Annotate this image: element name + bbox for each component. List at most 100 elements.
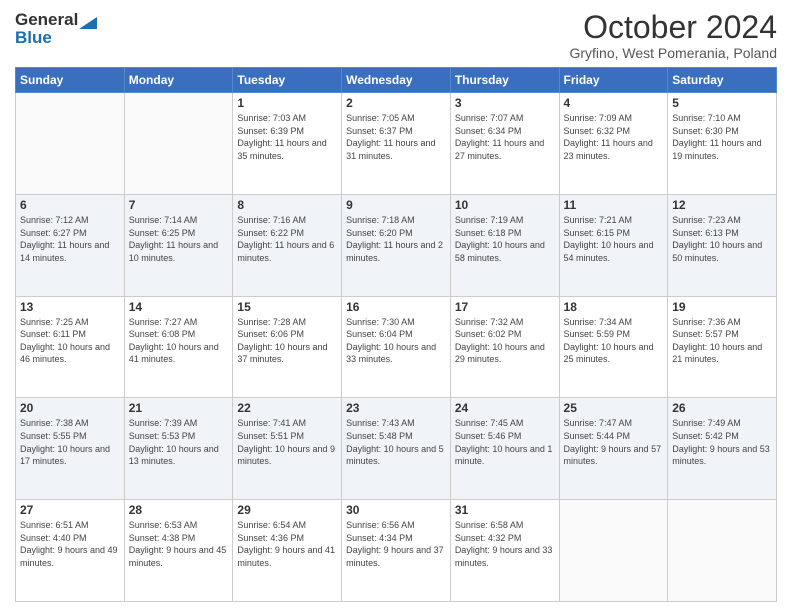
day-cell: 5 Sunrise: 7:10 AM Sunset: 6:30 PM Daylig… [668, 93, 777, 195]
day-info: Sunrise: 7:10 AM Sunset: 6:30 PM Dayligh… [672, 112, 772, 162]
day-cell: 12Sunrise: 7:23 AM Sunset: 6:13 PM Dayli… [668, 194, 777, 296]
day-number: 24 [455, 401, 555, 415]
day-info: Sunrise: 7:45 AM Sunset: 5:46 PM Dayligh… [455, 417, 555, 467]
day-number: 23 [346, 401, 446, 415]
day-number: 4 [564, 96, 664, 110]
day-info: Sunrise: 7:07 AM Sunset: 6:34 PM Dayligh… [455, 112, 555, 162]
day-info: Sunrise: 6:54 AM Sunset: 4:36 PM Dayligh… [237, 519, 337, 569]
day-cell: 6Sunrise: 7:12 AM Sunset: 6:27 PM Daylig… [16, 194, 125, 296]
day-cell: 22 Sunrise: 7:41 AM Sunset: 5:51 PM Dayli… [233, 398, 342, 500]
day-cell: 19 Sunrise: 7:36 AM Sunset: 5:57 PM Dayli… [668, 296, 777, 398]
day-cell: 27Sunrise: 6:51 AM Sunset: 4:40 PM Dayli… [16, 500, 125, 602]
day-cell: 8Sunrise: 7:16 AM Sunset: 6:22 PM Daylig… [233, 194, 342, 296]
day-number: 28 [129, 503, 229, 517]
day-number: 18 [564, 300, 664, 314]
day-number: 29 [237, 503, 337, 517]
day-cell [124, 93, 233, 195]
day-info: Sunrise: 7:18 AM Sunset: 6:20 PM Dayligh… [346, 214, 446, 264]
day-info: Sunrise: 7:21 AM Sunset: 6:15 PM Dayligh… [564, 214, 664, 264]
month-title: October 2024 [569, 10, 777, 45]
day-number: 9 [346, 198, 446, 212]
header-tuesday: Tuesday [233, 68, 342, 93]
day-cell [559, 500, 668, 602]
day-info: Sunrise: 7:23 AM Sunset: 6:13 PM Dayligh… [672, 214, 772, 264]
day-number: 17 [455, 300, 555, 314]
day-cell: 24 Sunrise: 7:45 AM Sunset: 5:46 PM Dayli… [450, 398, 559, 500]
title-section: October 2024 Gryfino, West Pomerania, Po… [569, 10, 777, 61]
header-friday: Friday [559, 68, 668, 93]
day-info: Sunrise: 7:41 AM Sunset: 5:51 PM Dayligh… [237, 417, 337, 467]
day-number: 25 [564, 401, 664, 415]
day-number: 14 [129, 300, 229, 314]
day-number: 22 [237, 401, 337, 415]
day-cell: 28 Sunrise: 6:53 AM Sunset: 4:38 PM Dayli… [124, 500, 233, 602]
day-info: Sunrise: 7:36 AM Sunset: 5:57 PM Dayligh… [672, 316, 772, 366]
week-row-0: 1Sunrise: 7:03 AM Sunset: 6:39 PM Daylig… [16, 93, 777, 195]
day-number: 5 [672, 96, 772, 110]
day-cell: 29 Sunrise: 6:54 AM Sunset: 4:36 PM Dayli… [233, 500, 342, 602]
day-cell: 30Sunrise: 6:56 AM Sunset: 4:34 PM Dayli… [342, 500, 451, 602]
day-info: Sunrise: 7:43 AM Sunset: 5:48 PM Dayligh… [346, 417, 446, 467]
day-number: 1 [237, 96, 337, 110]
day-cell: 18 Sunrise: 7:34 AM Sunset: 5:59 PM Dayli… [559, 296, 668, 398]
day-cell: 21 Sunrise: 7:39 AM Sunset: 5:53 PM Dayli… [124, 398, 233, 500]
day-number: 20 [20, 401, 120, 415]
day-info: Sunrise: 7:38 AM Sunset: 5:55 PM Dayligh… [20, 417, 120, 467]
week-row-4: 27Sunrise: 6:51 AM Sunset: 4:40 PM Dayli… [16, 500, 777, 602]
day-number: 8 [237, 198, 337, 212]
day-cell: 4 Sunrise: 7:09 AM Sunset: 6:32 PM Daylig… [559, 93, 668, 195]
day-number: 2 [346, 96, 446, 110]
week-row-1: 6Sunrise: 7:12 AM Sunset: 6:27 PM Daylig… [16, 194, 777, 296]
day-info: Sunrise: 7:32 AM Sunset: 6:02 PM Dayligh… [455, 316, 555, 366]
day-cell: 31 Sunrise: 6:58 AM Sunset: 4:32 PM Dayli… [450, 500, 559, 602]
day-cell: 1Sunrise: 7:03 AM Sunset: 6:39 PM Daylig… [233, 93, 342, 195]
day-info: Sunrise: 6:58 AM Sunset: 4:32 PM Dayligh… [455, 519, 555, 569]
day-info: Sunrise: 7:19 AM Sunset: 6:18 PM Dayligh… [455, 214, 555, 264]
week-row-3: 20 Sunrise: 7:38 AM Sunset: 5:55 PM Dayli… [16, 398, 777, 500]
day-number: 16 [346, 300, 446, 314]
header-thursday: Thursday [450, 68, 559, 93]
day-number: 21 [129, 401, 229, 415]
logo-icon [79, 11, 97, 29]
day-info: Sunrise: 7:27 AM Sunset: 6:08 PM Dayligh… [129, 316, 229, 366]
day-cell: 17 Sunrise: 7:32 AM Sunset: 6:02 PM Dayli… [450, 296, 559, 398]
logo-general: General [15, 10, 78, 30]
day-cell [668, 500, 777, 602]
day-number: 31 [455, 503, 555, 517]
day-info: Sunrise: 7:30 AM Sunset: 6:04 PM Dayligh… [346, 316, 446, 366]
day-number: 15 [237, 300, 337, 314]
day-number: 19 [672, 300, 772, 314]
day-cell: 16 Sunrise: 7:30 AM Sunset: 6:04 PM Dayli… [342, 296, 451, 398]
day-info: Sunrise: 7:34 AM Sunset: 5:59 PM Dayligh… [564, 316, 664, 366]
day-cell: 15 Sunrise: 7:28 AM Sunset: 6:06 PM Dayli… [233, 296, 342, 398]
day-cell: 13 Sunrise: 7:25 AM Sunset: 6:11 PM Dayli… [16, 296, 125, 398]
day-info: Sunrise: 7:28 AM Sunset: 6:06 PM Dayligh… [237, 316, 337, 366]
day-number: 13 [20, 300, 120, 314]
day-info: Sunrise: 7:47 AM Sunset: 5:44 PM Dayligh… [564, 417, 664, 467]
header-saturday: Saturday [668, 68, 777, 93]
day-number: 30 [346, 503, 446, 517]
day-cell: 25 Sunrise: 7:47 AM Sunset: 5:44 PM Dayli… [559, 398, 668, 500]
day-info: Sunrise: 7:39 AM Sunset: 5:53 PM Dayligh… [129, 417, 229, 467]
day-info: Sunrise: 7:14 AM Sunset: 6:25 PM Dayligh… [129, 214, 229, 264]
day-cell: 14 Sunrise: 7:27 AM Sunset: 6:08 PM Dayli… [124, 296, 233, 398]
day-cell: 3 Sunrise: 7:07 AM Sunset: 6:34 PM Daylig… [450, 93, 559, 195]
calendar-table: Sunday Monday Tuesday Wednesday Thursday… [15, 67, 777, 602]
day-cell [16, 93, 125, 195]
day-info: Sunrise: 7:05 AM Sunset: 6:37 PM Dayligh… [346, 112, 446, 162]
day-info: Sunrise: 6:53 AM Sunset: 4:38 PM Dayligh… [129, 519, 229, 569]
day-number: 27 [20, 503, 120, 517]
day-info: Sunrise: 7:09 AM Sunset: 6:32 PM Dayligh… [564, 112, 664, 162]
day-info: Sunrise: 7:25 AM Sunset: 6:11 PM Dayligh… [20, 316, 120, 366]
header: General Blue October 2024 Gryfino, West … [15, 10, 777, 61]
day-number: 3 [455, 96, 555, 110]
location: Gryfino, West Pomerania, Poland [569, 45, 777, 61]
day-cell: 7Sunrise: 7:14 AM Sunset: 6:25 PM Daylig… [124, 194, 233, 296]
day-cell: 20 Sunrise: 7:38 AM Sunset: 5:55 PM Dayli… [16, 398, 125, 500]
day-number: 26 [672, 401, 772, 415]
calendar-page: General Blue October 2024 Gryfino, West … [0, 0, 792, 612]
header-sunday: Sunday [16, 68, 125, 93]
weekday-header-row: Sunday Monday Tuesday Wednesday Thursday… [16, 68, 777, 93]
week-row-2: 13 Sunrise: 7:25 AM Sunset: 6:11 PM Dayli… [16, 296, 777, 398]
day-cell: 9 Sunrise: 7:18 AM Sunset: 6:20 PM Daylig… [342, 194, 451, 296]
